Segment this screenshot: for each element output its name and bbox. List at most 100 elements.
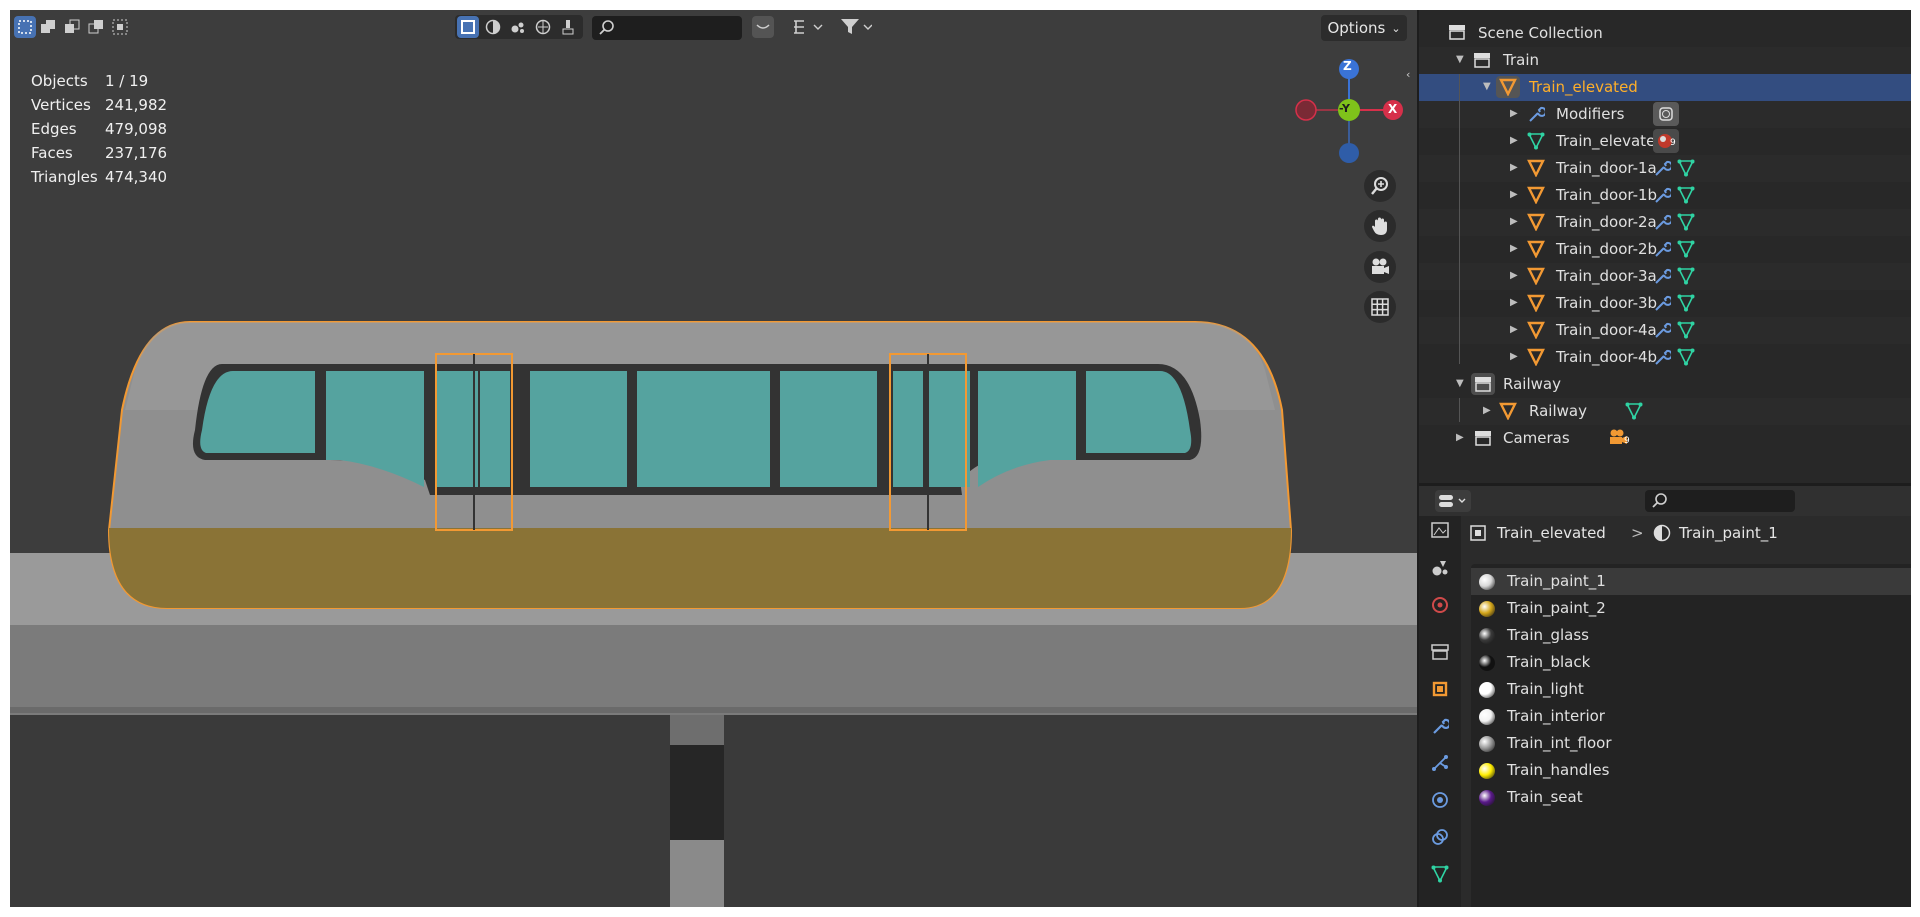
wrench-icon[interactable] <box>1653 240 1671 258</box>
mesh-data-icon[interactable] <box>1677 321 1695 339</box>
tab-object[interactable] <box>1425 674 1455 704</box>
filter-dropdown-icon[interactable] <box>836 16 876 38</box>
expand-triangle-icon[interactable]: ▼ <box>1483 81 1491 92</box>
mode-intersect-icon[interactable] <box>109 16 131 38</box>
material-slot[interactable]: Train_light <box>1471 676 1911 703</box>
tab-constraints[interactable] <box>1425 822 1455 852</box>
camera-view-icon[interactable] <box>1364 251 1396 283</box>
filter-toggle-icon[interactable] <box>752 16 774 38</box>
outliner-row-train[interactable]: ▼ Train <box>1419 47 1911 74</box>
outliner-row-door[interactable]: ▶ Train_door-1b <box>1419 182 1911 209</box>
outliner-row-railway-collection[interactable]: ▼ Railway <box>1419 371 1911 398</box>
object-type-mesh-icon[interactable] <box>457 16 479 38</box>
expand-triangle-icon[interactable]: ▶ <box>1483 405 1491 416</box>
mesh-data-icon[interactable] <box>1677 213 1695 231</box>
select-box-icon[interactable] <box>14 16 36 38</box>
expand-triangle-icon[interactable]: ▼ <box>1456 54 1464 65</box>
outliner-row-door[interactable]: ▶ Train_door-3b <box>1419 290 1911 317</box>
outliner-row-scene-collection[interactable]: Scene Collection <box>1419 20 1911 47</box>
outliner-row-door[interactable]: ▶ Train_door-2a <box>1419 209 1911 236</box>
expand-triangle-icon[interactable]: ▶ <box>1510 189 1518 200</box>
expand-triangle-icon[interactable]: ▶ <box>1510 216 1518 227</box>
mesh-data-icon[interactable] <box>1625 402 1643 420</box>
gizmo-z-label[interactable]: Z <box>1343 59 1352 73</box>
options-button[interactable]: Options ⌄ <box>1321 15 1407 41</box>
outliner-row-door[interactable]: ▶ Train_door-1a <box>1419 155 1911 182</box>
wrench-icon[interactable] <box>1653 294 1671 312</box>
expand-triangle-icon[interactable]: ▶ <box>1510 351 1518 362</box>
outliner-row-modifiers[interactable]: ▶ Modifiers <box>1419 101 1911 128</box>
tab-modifiers[interactable] <box>1425 711 1455 741</box>
material-slot[interactable]: Train_paint_2 <box>1471 595 1911 622</box>
tab-mesh-data[interactable] <box>1425 859 1455 889</box>
viewport-search-input[interactable] <box>592 16 742 40</box>
wrench-icon[interactable] <box>1653 213 1671 231</box>
grid-view-icon[interactable] <box>1364 291 1396 323</box>
mode-invert-icon[interactable] <box>85 16 107 38</box>
wrench-icon[interactable] <box>1653 321 1671 339</box>
wrench-icon[interactable] <box>1653 267 1671 285</box>
mesh-data-icon[interactable] <box>1677 186 1695 204</box>
mode-extend-icon[interactable] <box>37 16 59 38</box>
mesh-object-icon <box>1527 213 1545 231</box>
expand-triangle-icon[interactable]: ▶ <box>1510 108 1518 119</box>
3d-viewport[interactable]: Options ⌄ ‹ Objects 1 / 19 Vertices 241,98… <box>10 10 1417 907</box>
brush-type-icon[interactable] <box>557 16 579 38</box>
mesh-data-icon[interactable] <box>1677 267 1695 285</box>
tab-collection[interactable] <box>1425 637 1455 667</box>
material-slot[interactable]: Train_black <box>1471 649 1911 676</box>
outliner-row-railway-object[interactable]: ▶ Railway <box>1419 398 1911 425</box>
mesh-data-icon[interactable] <box>1677 159 1695 177</box>
zoom-icon[interactable] <box>1364 170 1396 202</box>
tab-output[interactable] <box>1425 553 1455 583</box>
tab-particles[interactable] <box>1425 748 1455 778</box>
particles-type-icon[interactable] <box>507 16 529 38</box>
wrench-icon[interactable] <box>1653 159 1671 177</box>
material-slot[interactable]: Train_int_floor <box>1471 730 1911 757</box>
world-type-icon[interactable] <box>532 16 554 38</box>
outliner-panel: Scene Collection ▼ Train ▼ Train_elevate… <box>1419 10 1911 483</box>
material-slot[interactable]: Train_interior <box>1471 703 1911 730</box>
material-slot[interactable]: Train_seat <box>1471 784 1911 811</box>
tab-render[interactable] <box>1425 516 1455 546</box>
gizmo-y-label[interactable]: -Y <box>1339 102 1350 115</box>
wrench-icon[interactable] <box>1653 186 1671 204</box>
outliner-row-door[interactable]: ▶ Train_door-4b <box>1419 344 1911 371</box>
outliner-row-door[interactable]: ▶ Train_door-2b <box>1419 236 1911 263</box>
outliner-row-door[interactable]: ▶ Train_door-4a <box>1419 317 1911 344</box>
tab-physics[interactable] <box>1425 785 1455 815</box>
mesh-data-icon[interactable] <box>1677 348 1695 366</box>
mesh-object-icon <box>1527 321 1545 339</box>
material-slot[interactable]: Train_paint_1 <box>1471 568 1911 595</box>
modifier-badge[interactable] <box>1653 102 1679 126</box>
outliner-row-door[interactable]: ▶ Train_door-3a <box>1419 263 1911 290</box>
expand-triangle-icon[interactable]: ▶ <box>1510 324 1518 335</box>
material-type-icon[interactable] <box>482 16 504 38</box>
expand-triangle-icon[interactable]: ▶ <box>1510 297 1518 308</box>
outliner-row-train-elevated[interactable]: ▼ Train_elevated <box>1419 74 1911 101</box>
mesh-data-icon[interactable] <box>1677 294 1695 312</box>
outliner-row-cameras[interactable]: ▶ Cameras 9 <box>1419 425 1911 452</box>
material-slot[interactable]: Train_glass <box>1471 622 1911 649</box>
tab-scene[interactable] <box>1425 590 1455 620</box>
editor-type-dropdown[interactable] <box>1435 490 1471 512</box>
properties-search-input[interactable] <box>1645 490 1795 512</box>
expand-triangle-icon[interactable]: ▶ <box>1510 162 1518 173</box>
pan-hand-icon[interactable] <box>1364 210 1396 242</box>
mesh-data-icon[interactable] <box>1677 240 1695 258</box>
expand-triangle-icon[interactable]: ▶ <box>1456 432 1464 443</box>
gizmo-x-label[interactable]: X <box>1388 102 1397 116</box>
blender-window: Options ⌄ ‹ Objects 1 / 19 Vertices 241,98… <box>10 10 1911 907</box>
expand-triangle-icon[interactable]: ▶ <box>1510 270 1518 281</box>
expand-triangle-icon[interactable]: ▼ <box>1456 378 1464 389</box>
expand-triangle-icon[interactable]: ▶ <box>1510 243 1518 254</box>
collapse-sidebar-icon[interactable]: ‹ <box>1406 68 1417 92</box>
material-slot[interactable]: Train_handles <box>1471 757 1911 784</box>
wrench-icon[interactable] <box>1653 348 1671 366</box>
ground-right <box>724 715 1417 907</box>
material-badge[interactable]: 9 <box>1653 129 1679 153</box>
mode-subtract-icon[interactable] <box>61 16 83 38</box>
expand-triangle-icon[interactable]: ▶ <box>1510 135 1518 146</box>
display-mode-dropdown[interactable] <box>788 16 828 38</box>
outliner-row-mesh-data[interactable]: ▶ Train_elevated 9 <box>1419 128 1911 155</box>
